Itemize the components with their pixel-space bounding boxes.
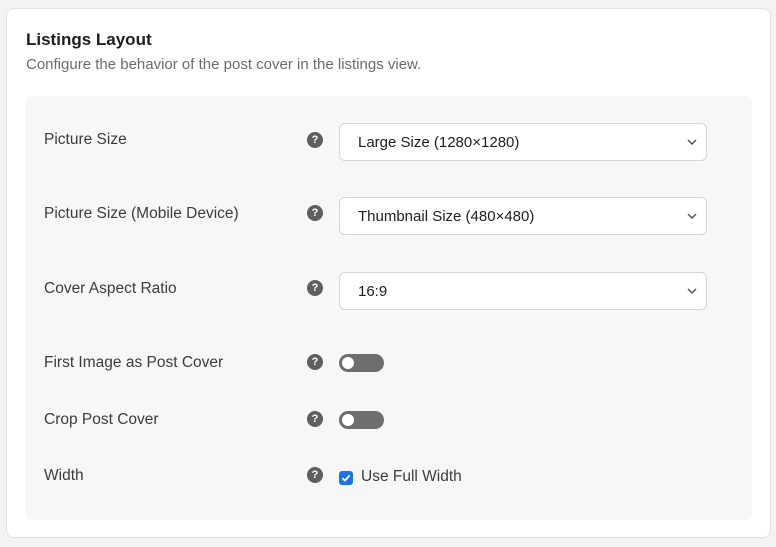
picture-size-mobile-select[interactable]: Thumbnail Size (480×480) [339,197,707,235]
question-circle-icon[interactable]: ? [307,280,323,296]
section-description: Configure the behavior of the post cover… [26,56,422,73]
picture-size-mobile-label: Picture Size (Mobile Device) [44,205,239,222]
question-circle-icon[interactable]: ? [307,205,323,221]
picture-size-select[interactable]: Large Size (1280×1280) [339,123,707,161]
question-circle-icon[interactable]: ? [307,354,323,370]
question-circle-icon[interactable]: ? [307,132,323,148]
toggle-knob [342,357,354,369]
picture-size-label: Picture Size [44,131,127,148]
crop-post-cover-toggle[interactable] [339,411,384,429]
checkmark-icon [341,474,351,482]
picture-size-mobile-value: Thumbnail Size (480×480) [358,208,535,225]
toggle-knob [342,414,354,426]
settings-panel: Picture Size ? Large Size (1280×1280) Pi… [25,96,752,520]
chevron-down-icon [687,213,697,220]
use-full-width-checkbox[interactable] [339,471,353,485]
width-label: Width [44,467,84,484]
chevron-down-icon [687,139,697,146]
listings-layout-card: Listings Layout Configure the behavior o… [6,8,771,538]
crop-post-cover-label: Crop Post Cover [44,411,159,428]
question-circle-icon[interactable]: ? [307,467,323,483]
cover-aspect-ratio-value: 16:9 [358,283,388,300]
question-circle-icon[interactable]: ? [307,411,323,427]
first-image-cover-label: First Image as Post Cover [44,354,224,371]
use-full-width-label[interactable]: Use Full Width [361,468,462,486]
section-title: Listings Layout [26,30,152,49]
cover-aspect-ratio-label: Cover Aspect Ratio [44,280,177,297]
chevron-down-icon [687,288,697,295]
cover-aspect-ratio-select[interactable]: 16:9 [339,272,707,310]
picture-size-value: Large Size (1280×1280) [358,134,520,151]
first-image-cover-toggle[interactable] [339,354,384,372]
